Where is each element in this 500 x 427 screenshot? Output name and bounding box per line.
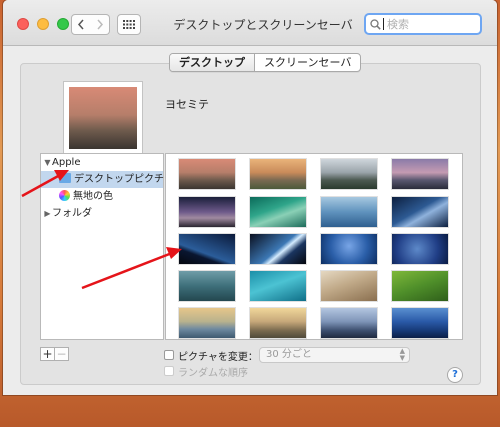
preview-image xyxy=(69,87,137,149)
grid-icon xyxy=(123,20,135,29)
random-order-checkbox[interactable] xyxy=(164,366,174,376)
tab-desktop[interactable]: デスクトップ xyxy=(170,54,255,71)
source-item-solid-colors[interactable]: 無地の色 xyxy=(41,188,113,205)
wallpaper-thumbnail[interactable] xyxy=(321,234,377,264)
tab-screen-saver[interactable]: スクリーンセーバ xyxy=(255,54,360,71)
forward-button[interactable] xyxy=(90,14,110,35)
wallpaper-thumbnail[interactable] xyxy=(321,271,377,301)
add-folder-button[interactable]: + xyxy=(40,347,55,361)
wallpaper-thumbnail[interactable] xyxy=(179,234,235,264)
search-field[interactable]: 検索 xyxy=(364,13,482,35)
source-group-apple[interactable]: ▼Apple xyxy=(43,154,80,171)
tab-control: デスクトップ スクリーンセーバ xyxy=(169,53,362,72)
wallpaper-grid xyxy=(165,153,463,340)
interval-value: 30 分ごと xyxy=(266,349,312,360)
title-bar: デスクトップとスクリーンセーバ 検索 xyxy=(3,0,497,46)
disclosure-down-icon[interactable]: ▼ xyxy=(43,154,52,171)
source-group-label: フォルダ xyxy=(52,208,92,219)
minimize-button[interactable] xyxy=(37,18,49,30)
disclosure-right-icon[interactable]: ▶ xyxy=(43,205,52,222)
wallpaper-thumbnail[interactable] xyxy=(179,308,235,338)
remove-folder-button[interactable]: − xyxy=(54,347,69,361)
interval-popup[interactable]: 30 分ごと ▲ ▼ xyxy=(259,347,410,363)
chevron-left-icon xyxy=(77,19,84,30)
help-button[interactable]: ? xyxy=(447,367,463,383)
source-item-label: 無地の色 xyxy=(73,191,113,202)
folder-icon xyxy=(59,171,71,183)
source-item-desktop-pictures[interactable]: デスクトップピクチャ xyxy=(41,171,174,188)
current-wallpaper-preview xyxy=(63,81,143,155)
wallpaper-thumbnail[interactable] xyxy=(392,197,448,227)
color-wheel-icon xyxy=(59,190,70,201)
wallpaper-thumbnail[interactable] xyxy=(179,159,235,189)
show-all-button[interactable] xyxy=(117,14,141,35)
wallpaper-thumbnail[interactable] xyxy=(250,234,306,264)
zoom-button[interactable] xyxy=(57,18,69,30)
source-group-folders[interactable]: ▶フォルダ xyxy=(43,205,92,222)
wallpaper-thumbnail[interactable] xyxy=(179,197,235,227)
source-item-label: デスクトップピクチャ xyxy=(74,174,174,185)
wallpaper-thumbnail[interactable] xyxy=(392,271,448,301)
close-button[interactable] xyxy=(17,18,29,30)
window-title: デスクトップとスクリーンセーバ xyxy=(173,18,353,32)
wallpaper-name: ヨセミテ xyxy=(165,98,209,111)
text-cursor xyxy=(383,18,384,30)
wallpaper-thumbnail[interactable] xyxy=(392,159,448,189)
wallpaper-thumbnail[interactable] xyxy=(250,159,306,189)
change-picture-checkbox[interactable] xyxy=(164,350,174,360)
wallpaper-thumbnail[interactable] xyxy=(392,234,448,264)
wallpaper-thumbnail[interactable] xyxy=(250,271,306,301)
source-group-label: Apple xyxy=(52,157,81,168)
back-button[interactable] xyxy=(71,14,91,35)
wallpaper-thumbnail[interactable] xyxy=(392,308,448,338)
wallpaper-thumbnail[interactable] xyxy=(321,159,377,189)
random-order-label: ランダムな順序 xyxy=(178,368,248,379)
wallpaper-thumbnail[interactable] xyxy=(250,197,306,227)
chevron-right-icon xyxy=(96,19,103,30)
source-list: ▼Apple デスクトップピクチャ 無地の色 ▶フォルダ xyxy=(40,153,174,340)
change-picture-label: ピクチャを変更： xyxy=(178,352,258,363)
search-icon xyxy=(370,18,381,30)
search-placeholder: 検索 xyxy=(387,18,409,31)
updown-arrows-icon: ▲ ▼ xyxy=(399,347,405,362)
wallpaper-thumbnail[interactable] xyxy=(179,271,235,301)
wallpaper-thumbnail[interactable] xyxy=(250,308,306,338)
wallpaper-thumbnail[interactable] xyxy=(321,197,377,227)
wallpaper-thumbnail[interactable] xyxy=(321,308,377,338)
system-preferences-window: デスクトップとスクリーンセーバ 検索 デスクトップ スクリーンセーバ ヨセミテ … xyxy=(3,0,497,395)
